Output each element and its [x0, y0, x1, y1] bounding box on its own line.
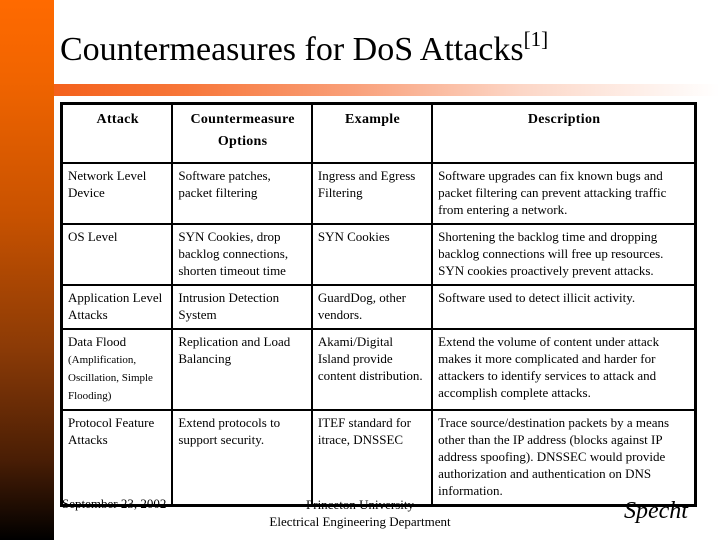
description-cell: Trace source/destination packets by a me… [431, 409, 697, 507]
side-accent-bar [0, 0, 54, 540]
countermeasure-cell: SYN Cookies, drop backlog connections, s… [171, 223, 313, 286]
attack-cell: Protocol Feature Attacks [60, 409, 174, 507]
attack-cell: Data Flood (Amplification, Oscillation, S… [60, 328, 174, 411]
table-row: Protocol Feature Attacks Extend protocol… [60, 409, 697, 507]
title-reference: [1] [523, 27, 549, 51]
countermeasures-table: Attack Countermeasure Options Example De… [60, 102, 697, 507]
table-row: OS Level SYN Cookies, drop backlog conne… [60, 223, 697, 286]
footer-organization: Princeton University Electrical Engineer… [240, 496, 480, 530]
example-cell: ITEF standard for itrace, DNSSEC [310, 409, 434, 507]
footer-org-line-1: Princeton University [306, 497, 414, 512]
example-cell: GuardDog, other vendors. [310, 284, 434, 330]
table-row: Application Level Attacks Intrusion Dete… [60, 284, 697, 330]
column-header-description: Description [431, 102, 697, 164]
example-cell: SYN Cookies [310, 223, 434, 286]
table-row: Network Level Device Software patches, p… [60, 162, 697, 225]
slide-title: Countermeasures for DoS Attacks[1] [60, 27, 549, 70]
footer-org-line-2: Electrical Engineering Department [269, 514, 451, 529]
footer-author: Specht [624, 498, 688, 524]
attack-cell: Network Level Device [60, 162, 174, 225]
countermeasure-cell: Software patches, packet filtering [171, 162, 313, 225]
column-header-attack: Attack [60, 102, 174, 164]
description-cell: Software upgrades can fix known bugs and… [431, 162, 697, 225]
example-cell: Ingress and Egress Filtering [310, 162, 434, 225]
description-cell: Software used to detect illicit activity… [431, 284, 697, 330]
footer-date: September 23, 2002 [62, 496, 167, 511]
attack-text: Network Level Device [68, 168, 147, 200]
column-header-example: Example [310, 102, 434, 164]
table-row: Data Flood (Amplification, Oscillation, S… [60, 328, 697, 411]
countermeasure-cell: Extend protocols to support security. [171, 409, 313, 507]
attack-text: Protocol Feature Attacks [68, 415, 155, 447]
attack-cell: OS Level [60, 223, 174, 286]
attack-text: Data Flood [68, 334, 127, 349]
description-cell: Shortening the backlog time and dropping… [431, 223, 697, 286]
attack-note: (Amplification, Oscillation, Simple Floo… [68, 354, 153, 402]
title-underline-gradient [54, 84, 720, 96]
attack-text: OS Level [68, 229, 118, 244]
column-header-countermeasure: Countermeasure Options [171, 102, 313, 164]
slide-title-text: Countermeasures for DoS Attacks [60, 31, 524, 68]
description-cell: Extend the volume of content under attac… [431, 328, 697, 411]
countermeasure-cell: Intrusion Detection System [171, 284, 313, 330]
countermeasure-cell: Replication and Load Balancing [171, 328, 313, 411]
attack-cell: Application Level Attacks [60, 284, 174, 330]
table-header-row: Attack Countermeasure Options Example De… [60, 102, 697, 164]
example-cell: Akami/Digital Island provide content dis… [310, 328, 434, 411]
attack-text: Application Level Attacks [68, 290, 163, 322]
